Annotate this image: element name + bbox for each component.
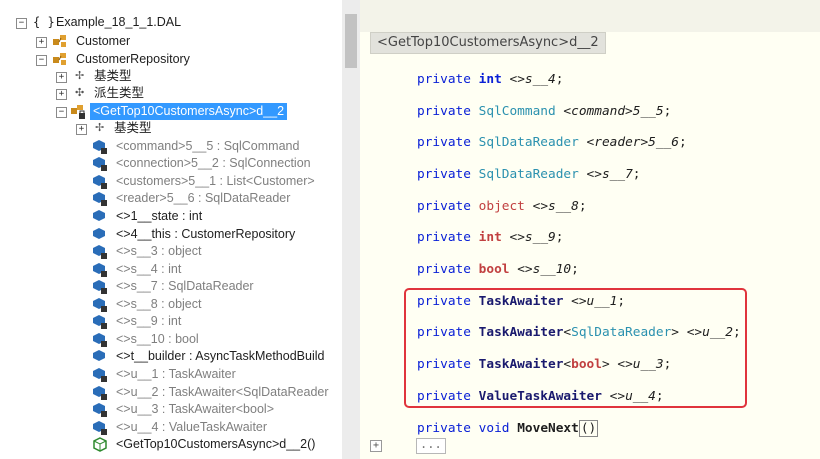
awaiter-fields-highlight xyxy=(404,288,747,408)
private-field-icon xyxy=(93,175,107,189)
member-label: <>1__state : int xyxy=(116,209,203,223)
tree-vertical-scrollbar[interactable] xyxy=(342,0,360,459)
class-label: Customer xyxy=(76,34,131,48)
private-field-icon xyxy=(93,315,107,329)
code-line: private bool <>s__10; xyxy=(417,262,579,277)
member-label: <>4__this : CustomerRepository xyxy=(116,227,296,241)
code-line: private int <>s__4; xyxy=(417,72,564,87)
code-line: private object <>s__8; xyxy=(417,199,587,214)
derived-types-icon: ✣ xyxy=(75,87,85,99)
base-types-icon: ✢ xyxy=(95,122,105,134)
base-types-label: 基类型 xyxy=(94,69,132,83)
collapse-toggle[interactable]: − xyxy=(36,55,47,66)
member-label: <>u__4 : ValueTaskAwaiter xyxy=(116,420,268,434)
code-line: private SqlDataReader <>s__7; xyxy=(417,167,641,182)
base-types-label: 基类型 xyxy=(114,121,152,135)
namespace-label: Example_18_1_1.DAL xyxy=(56,15,182,29)
member-label: <>s__10 : bool xyxy=(116,332,199,346)
public-field-icon xyxy=(93,228,105,239)
namespace-icon: { } xyxy=(33,15,55,29)
private-field-icon xyxy=(93,403,107,417)
scrollbar-thumb[interactable] xyxy=(345,14,357,68)
private-field-icon xyxy=(93,192,107,206)
expand-toggle[interactable]: + xyxy=(56,89,67,100)
constructor-icon xyxy=(93,437,107,452)
code-line: private SqlDataReader <reader>5__6; xyxy=(417,135,687,150)
member-label: <>s__8 : object xyxy=(116,297,202,311)
selected-class-label: <GetTop10CustomersAsync>d__2 xyxy=(90,103,288,120)
expand-toggle[interactable]: + xyxy=(36,37,47,48)
private-field-icon xyxy=(93,280,107,294)
private-class-icon xyxy=(71,105,85,119)
class-icon xyxy=(53,53,66,65)
member-label: <>u__3 : TaskAwaiter<bool> xyxy=(116,402,274,416)
member-label: <>s__4 : int xyxy=(116,262,182,276)
private-field-icon xyxy=(93,140,107,154)
private-field-icon xyxy=(93,386,107,400)
class-icon xyxy=(53,35,66,47)
expand-toggle[interactable]: + xyxy=(76,124,87,135)
collapse-toggle[interactable]: − xyxy=(16,18,27,29)
private-field-icon xyxy=(93,333,107,347)
code-line-method: private void MoveNext() xyxy=(417,420,599,437)
tab-class-name[interactable]: <GetTop10CustomersAsync>d__2 xyxy=(370,32,606,54)
editor-header-strip xyxy=(360,0,820,32)
member-label: <>s__9 : int xyxy=(116,314,182,328)
expand-method-toggle[interactable]: + xyxy=(370,440,382,452)
member-label: <>s__7 : SqlDataReader xyxy=(116,279,254,293)
member-label: <>u__1 : TaskAwaiter xyxy=(116,367,236,381)
base-types-icon: ✢ xyxy=(75,70,85,82)
member-label: <>t__builder : AsyncTaskMethodBuild xyxy=(116,349,325,363)
member-label: <connection>5__2 : SqlConnection xyxy=(116,156,311,170)
private-field-icon xyxy=(93,263,107,277)
private-field-icon xyxy=(93,368,107,382)
private-field-icon xyxy=(93,157,107,171)
collapse-toggle[interactable]: − xyxy=(56,107,67,118)
member-label: <>s__3 : object xyxy=(116,244,202,258)
code-line: private SqlCommand <command>5__5; xyxy=(417,104,672,119)
member-label: <command>5__5 : SqlCommand xyxy=(116,139,300,153)
member-label: <customers>5__1 : List<Customer> xyxy=(116,174,315,188)
private-field-icon xyxy=(93,298,107,312)
member-label: <GetTop10CustomersAsync>d__2() xyxy=(116,437,316,451)
object-browser-tree[interactable]: − { } Example_18_1_1.DAL + Customer − Cu… xyxy=(0,0,344,459)
private-field-icon xyxy=(93,421,107,435)
code-line: private int <>s__9; xyxy=(417,230,564,245)
collapsed-body-ellipsis[interactable]: ... xyxy=(416,438,446,454)
public-field-icon xyxy=(93,350,105,361)
private-field-icon xyxy=(93,245,107,259)
member-label: <reader>5__6 : SqlDataReader xyxy=(116,191,291,205)
derived-types-label: 派生类型 xyxy=(94,86,145,100)
member-label: <>u__2 : TaskAwaiter<SqlDataReader xyxy=(116,385,329,399)
class-label: CustomerRepository xyxy=(76,52,190,66)
public-field-icon xyxy=(93,210,105,221)
expand-toggle[interactable]: + xyxy=(56,72,67,83)
